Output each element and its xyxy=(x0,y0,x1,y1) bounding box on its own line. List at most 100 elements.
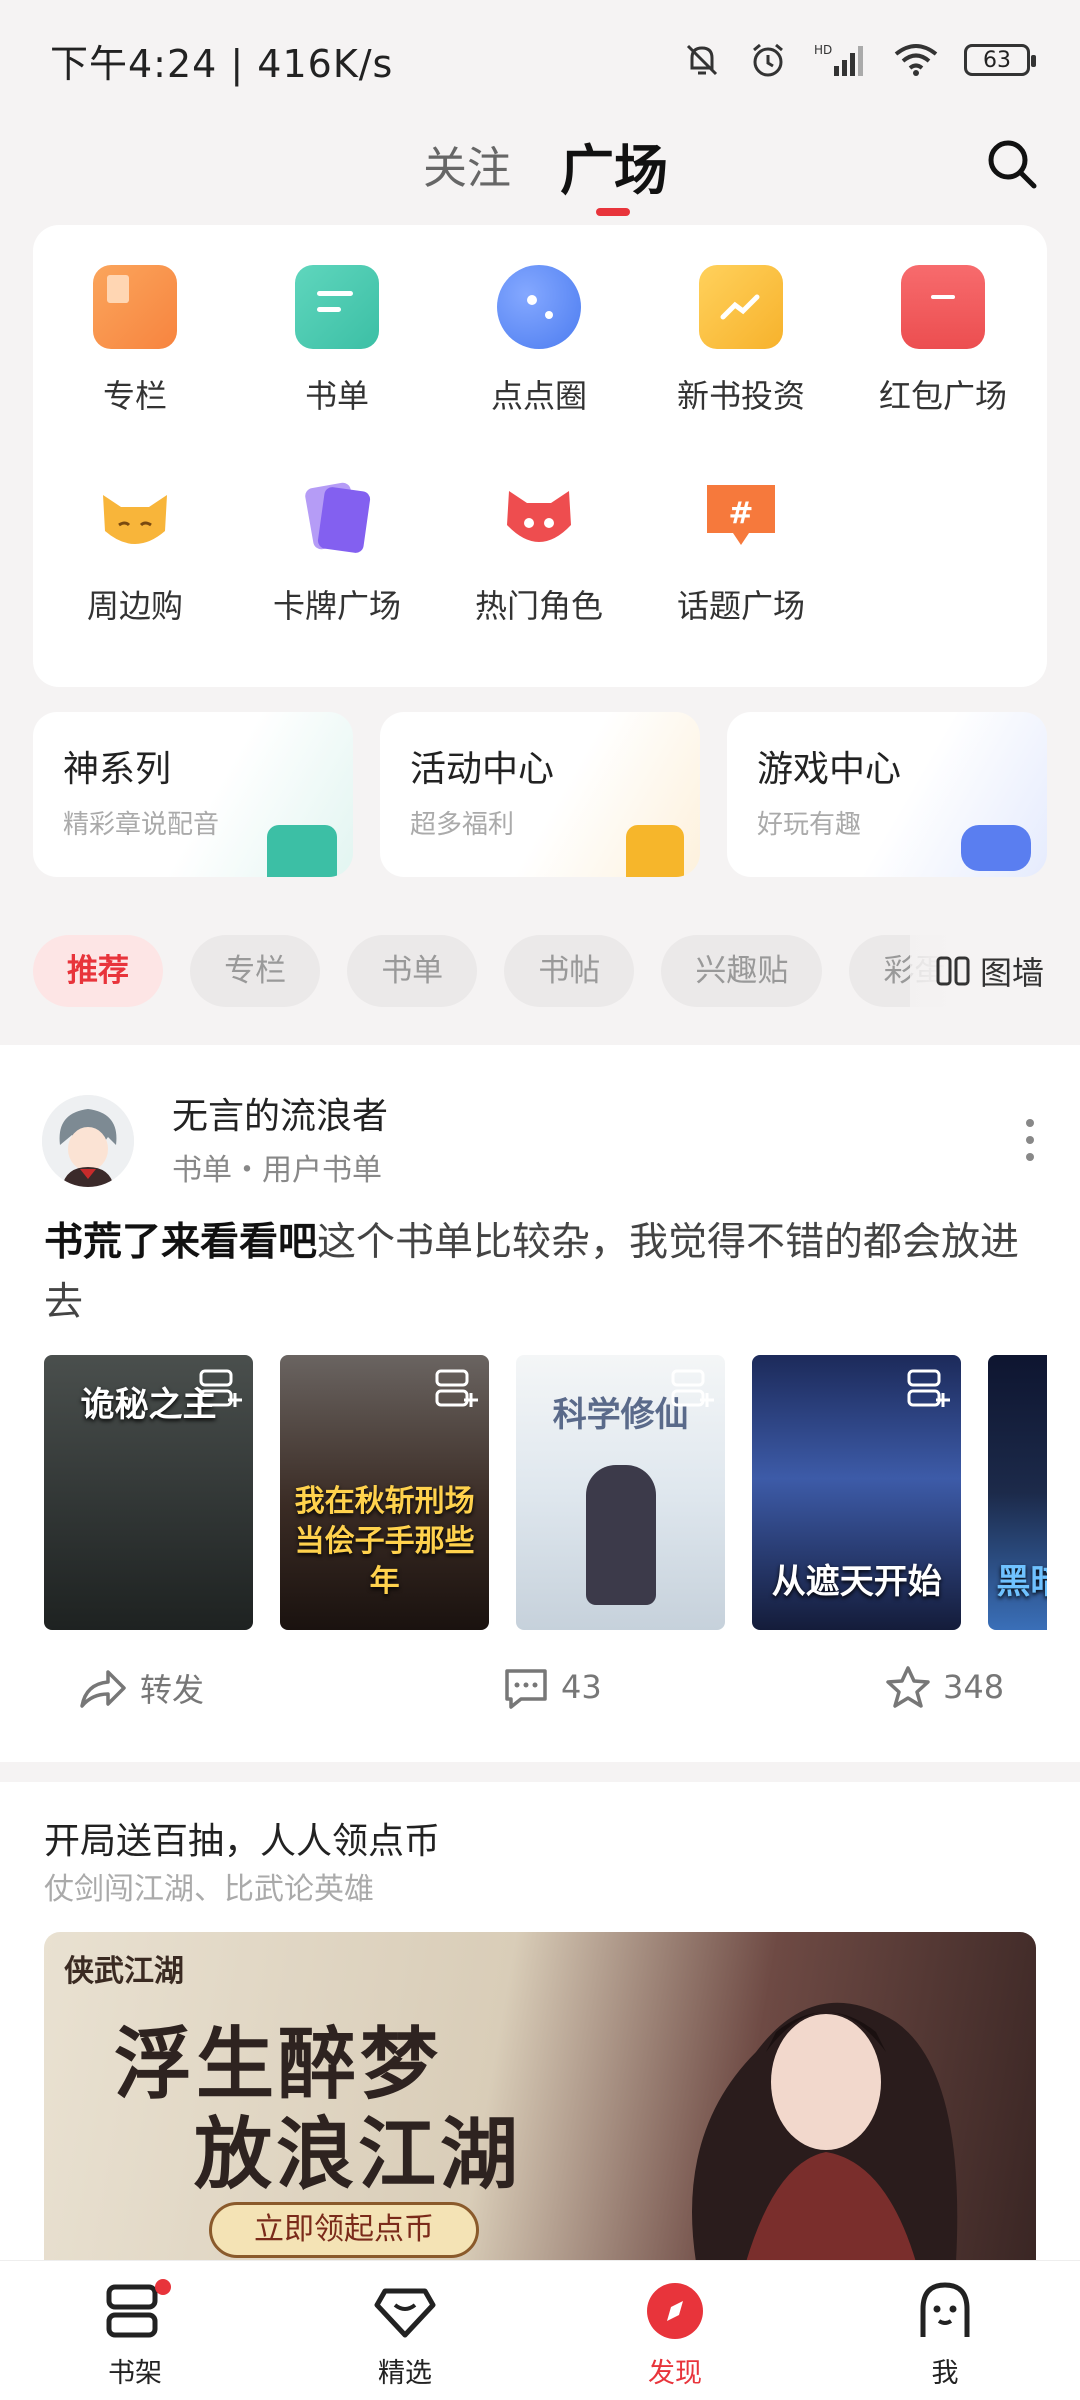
compass-icon xyxy=(643,2279,707,2343)
chip-interest[interactable]: 兴趣贴 xyxy=(661,935,823,1007)
search-icon[interactable] xyxy=(982,134,1042,194)
battery-indicator: 63 xyxy=(964,44,1036,76)
grid-item-merch[interactable]: 周边购 xyxy=(35,475,235,627)
comment-button[interactable]: 43 xyxy=(503,1665,602,1709)
book-cover-title: 黑暗 xyxy=(996,1562,1047,1602)
share-icon xyxy=(80,1670,126,1708)
feature-title: 活动中心 xyxy=(410,749,555,790)
grid-item-label: 书单 xyxy=(304,377,369,415)
share-button[interactable]: 转发 xyxy=(78,1665,204,1711)
grid-item-column[interactable]: 专栏 xyxy=(35,265,235,417)
banner-headline-2: 放浪江湖 xyxy=(194,2109,523,2200)
nav-me[interactable]: 我 xyxy=(875,2279,1015,2390)
grid-item-booklist[interactable]: 书单 xyxy=(237,265,437,417)
grid-item-circle[interactable]: 点点圈 xyxy=(439,265,639,417)
bookshelf-icon xyxy=(103,2279,171,2343)
chip-posts[interactable]: 书帖 xyxy=(504,935,635,1007)
fox-icon xyxy=(93,475,177,559)
picture-wall-label: 图墙 xyxy=(979,954,1044,992)
post-actions: 转发 43 348 xyxy=(0,1665,1080,1725)
status-time: 下午4:24 | 416K/s xyxy=(50,41,394,86)
invest-icon xyxy=(699,265,783,349)
chip-column[interactable]: 专栏 xyxy=(190,935,321,1007)
nav-featured[interactable]: 精选 xyxy=(335,2279,475,2390)
feature-card-game-center[interactable]: 游戏中心 好玩有趣 xyxy=(727,712,1047,877)
star-icon xyxy=(886,1666,930,1708)
add-to-shelf-icon[interactable] xyxy=(433,1367,479,1411)
add-to-shelf-icon[interactable] xyxy=(905,1367,951,1411)
nav-label: 我 xyxy=(931,2358,959,2389)
svg-text:HD: HD xyxy=(814,43,832,57)
alarm-icon xyxy=(753,43,783,77)
book-cover[interactable]: 科学修仙 xyxy=(516,1355,726,1630)
post-content[interactable]: 书荒了来看看吧这个书单比较杂，我觉得不错的都会放进去 xyxy=(44,1213,1034,1333)
book-cover[interactable]: 我在秋斩刑场当侩子手那些年 xyxy=(280,1355,490,1630)
feature-title: 神系列 xyxy=(63,749,172,790)
grid-item-label: 点点圈 xyxy=(490,377,587,415)
mute-bell-icon xyxy=(686,44,718,76)
nav-bookshelf[interactable]: 书架 xyxy=(65,2279,205,2390)
grid-item-red-packet[interactable]: 红包广场 xyxy=(843,265,1043,417)
signal-icon: HD xyxy=(814,43,863,76)
top-tabs: 关注 广场 xyxy=(0,120,1080,230)
planet-icon xyxy=(497,265,581,349)
nav-discover[interactable]: 发现 xyxy=(605,2279,745,2390)
booklist-icon xyxy=(295,265,379,349)
grid-item-hot-characters[interactable]: 热门角色 xyxy=(439,475,639,627)
feature-title: 游戏中心 xyxy=(757,749,902,790)
diamond-icon xyxy=(373,2279,437,2343)
wifi-icon xyxy=(894,44,938,76)
add-to-shelf-icon[interactable] xyxy=(669,1367,715,1411)
nav-label: 书架 xyxy=(108,2358,162,2389)
grid-item-topics[interactable]: # 话题广场 xyxy=(641,475,841,627)
book-cover[interactable]: 诡秘之主 xyxy=(44,1355,253,1630)
grid-view-icon xyxy=(936,956,970,986)
post-username[interactable]: 无言的流浪者 xyxy=(172,1087,388,1139)
picture-wall-toggle[interactable]: 图墙 xyxy=(910,928,1080,1014)
battery-level: 63 xyxy=(983,47,1011,73)
promo-post[interactable]: 开局送百抽，人人领点币 仗剑闯江湖、比武论英雄 侠武江湖 浮生醉梦 放浪江湖 立… xyxy=(0,1782,1080,2262)
nav-label: 精选 xyxy=(378,2358,432,2389)
status-icons: HD 63 xyxy=(682,40,1036,80)
cards-icon xyxy=(295,475,379,559)
chip-booklist[interactable]: 书单 xyxy=(347,935,478,1007)
grid-item-label: 新书投资 xyxy=(676,377,805,415)
more-options-icon[interactable] xyxy=(1020,1117,1040,1163)
nav-label: 发现 xyxy=(648,2358,702,2389)
promo-banner[interactable]: 侠武江湖 浮生醉梦 放浪江湖 立即领起点币 xyxy=(44,1932,1036,2262)
add-to-shelf-icon[interactable] xyxy=(197,1367,243,1411)
feed-post[interactable]: 无言的流浪者 书单・用户书单 书荒了来看看吧这个书单比较杂，我觉得不错的都会放进… xyxy=(0,1045,1080,1762)
favorite-button[interactable]: 348 xyxy=(885,1665,1004,1709)
topic-icon: # xyxy=(699,475,783,559)
grid-item-label: 周边购 xyxy=(86,587,183,625)
post-meta: 书单・用户书单 xyxy=(172,1153,382,1188)
share-label: 转发 xyxy=(140,1671,205,1709)
book-cover-title: 从遮天开始 xyxy=(771,1562,942,1602)
active-tab-indicator xyxy=(596,208,630,216)
book-cover[interactable]: 从遮天开始 xyxy=(752,1355,962,1630)
star-count: 348 xyxy=(943,1668,1005,1706)
comment-count: 43 xyxy=(561,1668,602,1706)
book-cover-title: 我在秋斩刑场当侩子手那些年 xyxy=(294,1484,475,1599)
book-cover[interactable]: 黑暗 xyxy=(988,1355,1047,1630)
game-logo: 侠武江湖 xyxy=(64,1954,184,1989)
tab-square[interactable]: 广场 xyxy=(560,126,668,205)
tab-follow[interactable]: 关注 xyxy=(423,132,511,196)
entry-grid: 专栏 书单 点点圈 新书投资 红包广场 周边购 卡牌广场 热门角色 # 话题广场 xyxy=(33,225,1047,687)
chip-recommend[interactable]: 推荐 xyxy=(33,935,163,1007)
banner-character xyxy=(692,2002,958,2262)
audio-icon xyxy=(267,825,337,877)
grid-item-new-book-invest[interactable]: 新书投资 xyxy=(641,265,841,417)
avatar[interactable] xyxy=(42,1095,134,1187)
feature-card-god-series[interactable]: 神系列 精彩章说配音 xyxy=(33,712,353,877)
feature-card-activity-center[interactable]: 活动中心 超多福利 xyxy=(380,712,700,877)
grid-item-label: 话题广场 xyxy=(676,587,805,625)
grid-item-label: 红包广场 xyxy=(878,377,1007,415)
promo-subtitle: 仗剑闯江湖、比武论英雄 xyxy=(44,1872,374,1907)
redpacket-icon xyxy=(901,265,985,349)
claim-coins-button[interactable]: 立即领起点币 xyxy=(209,2202,479,2258)
status-bar: 下午4:24 | 416K/s HD 63 xyxy=(0,0,1080,120)
bottom-navigation: 书架 精选 发现 我 xyxy=(0,2260,1080,2400)
grid-item-cards[interactable]: 卡牌广场 xyxy=(237,475,437,627)
grid-item-label: 热门角色 xyxy=(474,587,603,625)
